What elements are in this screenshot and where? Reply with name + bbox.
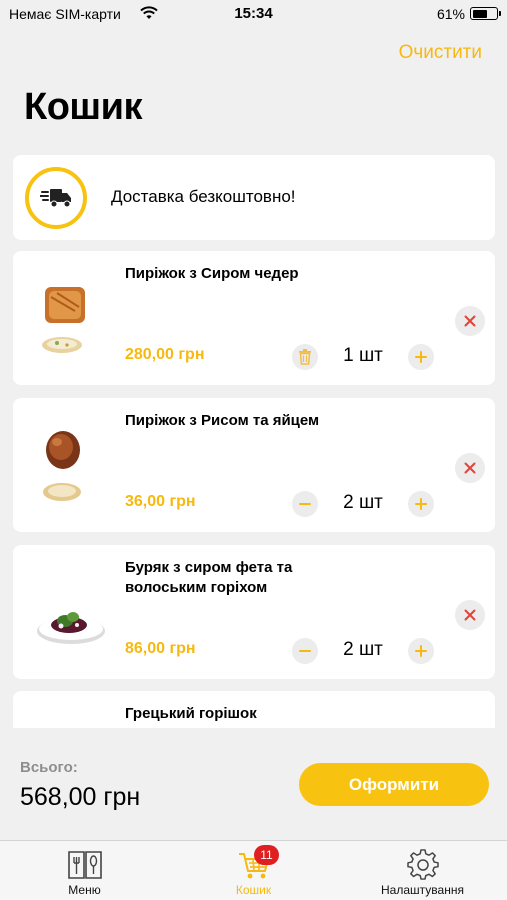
tab-menu-label: Меню xyxy=(68,883,101,897)
product-name: Буряк з сиром фета та волоським горіхом xyxy=(125,559,293,596)
cart-item: Пиріжок з Сиром чедер 280,00 грн 1 шт xyxy=(13,251,495,385)
close-icon xyxy=(464,315,476,327)
product-name: Пиріжок з Рисом та яйцем xyxy=(125,412,320,429)
plus-icon xyxy=(415,351,427,363)
close-icon xyxy=(464,462,476,474)
decrease-quantity-button[interactable] xyxy=(292,638,318,664)
status-bar: Немає SIM-карти 15:34 61% xyxy=(0,0,507,28)
battery-percent: 61% xyxy=(436,6,465,22)
checkout-button[interactable]: Оформити xyxy=(299,763,489,806)
minus-icon xyxy=(299,503,311,505)
tab-settings-label: Налаштування xyxy=(381,883,464,897)
plus-icon xyxy=(415,498,427,510)
product-name: Пиріжок з Сиром чедер xyxy=(125,265,299,282)
quantity-value: 2 шт xyxy=(343,492,383,513)
increase-quantity-button[interactable] xyxy=(408,638,434,664)
gear-icon xyxy=(406,849,439,880)
product-image xyxy=(43,431,81,501)
product-price: 280,00 грн xyxy=(125,346,205,363)
product-image xyxy=(42,287,85,353)
decrease-quantity-button[interactable] xyxy=(292,491,318,517)
tab-bar: Меню 11 Кошик Налаштування xyxy=(0,840,507,900)
total-value: 568,00 грн xyxy=(20,783,141,811)
clear-cart-button[interactable]: Очистити xyxy=(399,42,482,64)
product-price: 36,00 грн xyxy=(125,493,196,510)
product-price: 86,00 грн xyxy=(125,640,196,657)
page-title: Кошик xyxy=(24,86,142,128)
tab-cart-label: Кошик xyxy=(235,883,272,897)
status-time: 15:34 xyxy=(234,5,273,22)
tab-menu[interactable]: Меню xyxy=(0,841,169,900)
cart-count-badge: 11 xyxy=(254,845,279,865)
delete-item-button[interactable] xyxy=(292,344,318,370)
cart-item: Пиріжок з Рисом та яйцем 36,00 грн 2 шт xyxy=(13,398,495,532)
cart-summary: Всього: 568,00 грн Оформити xyxy=(0,728,507,840)
cart-item: Буряк з сиром фета та волоським горіхом … xyxy=(13,545,495,679)
trash-icon xyxy=(299,349,311,365)
delivery-banner: Доставка безкоштовно! xyxy=(13,155,495,240)
tab-cart[interactable]: 11 Кошик xyxy=(169,841,338,900)
remove-item-button[interactable] xyxy=(455,600,485,630)
increase-quantity-button[interactable] xyxy=(408,344,434,370)
remove-item-button[interactable] xyxy=(455,453,485,483)
battery-icon xyxy=(470,7,501,20)
minus-icon xyxy=(299,650,311,652)
product-name: Грецький горішок xyxy=(125,705,257,722)
product-image xyxy=(37,612,105,644)
quantity-value: 1 шт xyxy=(343,345,383,366)
total-label: Всього: xyxy=(20,759,78,776)
quantity-value: 2 шт xyxy=(343,639,383,660)
increase-quantity-button[interactable] xyxy=(408,491,434,517)
tab-settings[interactable]: Налаштування xyxy=(338,841,507,900)
remove-item-button[interactable] xyxy=(455,306,485,336)
menu-book-icon xyxy=(67,851,102,879)
delivery-truck-icon xyxy=(25,167,87,229)
close-icon xyxy=(464,609,476,621)
delivery-text: Доставка безкоштовно! xyxy=(111,187,296,206)
plus-icon xyxy=(415,645,427,657)
